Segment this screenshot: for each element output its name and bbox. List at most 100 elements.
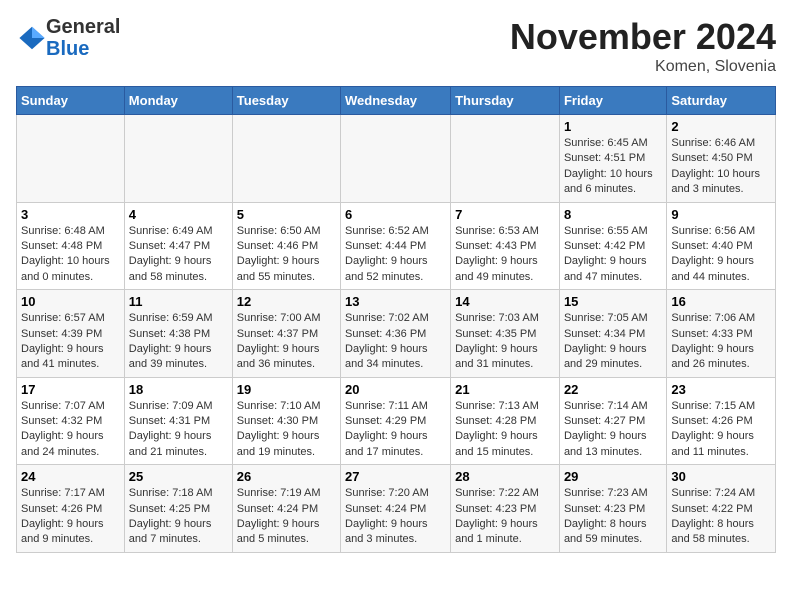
day-cell: 2 Sunrise: 6:46 AMSunset: 4:50 PMDaylight… [667,115,776,203]
day-number: 10 [21,294,120,309]
day-cell: 8 Sunrise: 6:55 AMSunset: 4:42 PMDaylight… [559,202,666,290]
day-cell [341,115,451,203]
day-cell [451,115,560,203]
day-number: 26 [237,469,336,484]
day-detail: Sunrise: 6:48 AMSunset: 4:48 PMDaylight:… [21,224,120,286]
header-cell-sunday: Sunday [17,87,125,115]
day-number: 14 [455,294,555,309]
day-number: 5 [237,207,336,222]
header-cell-wednesday: Wednesday [341,87,451,115]
day-number: 27 [345,469,446,484]
day-number: 15 [564,294,662,309]
day-number: 6 [345,207,446,222]
day-number: 2 [671,119,771,134]
day-cell [232,115,340,203]
day-detail: Sunrise: 7:10 AMSunset: 4:30 PMDaylight:… [237,399,336,461]
day-detail: Sunrise: 6:49 AMSunset: 4:47 PMDaylight:… [129,224,228,286]
day-number: 16 [671,294,771,309]
logo: General Blue [16,16,120,60]
day-detail: Sunrise: 6:50 AMSunset: 4:46 PMDaylight:… [237,224,336,286]
day-detail: Sunrise: 7:09 AMSunset: 4:31 PMDaylight:… [129,399,228,461]
day-cell [124,115,232,203]
day-number: 21 [455,382,555,397]
day-cell: 21 Sunrise: 7:13 AMSunset: 4:28 PMDayligh… [451,377,560,465]
day-cell: 29 Sunrise: 7:23 AMSunset: 4:23 PMDayligh… [559,465,666,553]
week-row-3: 10 Sunrise: 6:57 AMSunset: 4:39 PMDayligh… [17,290,776,378]
day-number: 28 [455,469,555,484]
day-cell: 4 Sunrise: 6:49 AMSunset: 4:47 PMDaylight… [124,202,232,290]
day-cell: 13 Sunrise: 7:02 AMSunset: 4:36 PMDayligh… [341,290,451,378]
day-cell: 1Sunrise: 6:45 AMSunset: 4:51 PMDaylight… [559,115,666,203]
calendar-table: SundayMondayTuesdayWednesdayThursdayFrid… [16,86,776,553]
day-cell: 30 Sunrise: 7:24 AMSunset: 4:22 PMDayligh… [667,465,776,553]
day-detail: Sunrise: 7:11 AMSunset: 4:29 PMDaylight:… [345,399,446,461]
day-number: 3 [21,207,120,222]
day-cell: 22Sunrise: 7:14 AMSunset: 4:27 PMDayligh… [559,377,666,465]
week-row-5: 24 Sunrise: 7:17 AMSunset: 4:26 PMDayligh… [17,465,776,553]
day-detail: Sunrise: 7:06 AMSunset: 4:33 PMDaylight:… [671,311,771,373]
calendar-header: SundayMondayTuesdayWednesdayThursdayFrid… [17,87,776,115]
day-detail: Sunrise: 7:05 AMSunset: 4:34 PMDaylight:… [564,311,662,373]
day-cell: 25Sunrise: 7:18 AMSunset: 4:25 PMDayligh… [124,465,232,553]
day-cell: 7Sunrise: 6:53 AMSunset: 4:43 PMDaylight… [451,202,560,290]
day-detail: Sunrise: 6:45 AMSunset: 4:51 PMDaylight:… [564,136,662,198]
day-cell: 12Sunrise: 7:00 AMSunset: 4:37 PMDayligh… [232,290,340,378]
day-detail: Sunrise: 7:20 AMSunset: 4:24 PMDaylight:… [345,486,446,548]
day-number: 30 [671,469,771,484]
title-block: November 2024 Komen, Slovenia [510,16,776,76]
day-cell: 24 Sunrise: 7:17 AMSunset: 4:26 PMDayligh… [17,465,125,553]
day-number: 19 [237,382,336,397]
day-cell: 10 Sunrise: 6:57 AMSunset: 4:39 PMDayligh… [17,290,125,378]
page-header: General Blue November 2024 Komen, Sloven… [16,16,776,76]
day-number: 8 [564,207,662,222]
day-detail: Sunrise: 7:07 AMSunset: 4:32 PMDaylight:… [21,399,120,461]
day-detail: Sunrise: 7:13 AMSunset: 4:28 PMDaylight:… [455,399,555,461]
day-detail: Sunrise: 7:17 AMSunset: 4:26 PMDaylight:… [21,486,120,548]
day-number: 20 [345,382,446,397]
logo-icon [18,24,46,52]
day-number: 25 [129,469,228,484]
day-number: 23 [671,382,771,397]
day-number: 13 [345,294,446,309]
day-detail: Sunrise: 6:46 AMSunset: 4:50 PMDaylight:… [671,136,771,198]
day-number: 4 [129,207,228,222]
day-cell: 11Sunrise: 6:59 AMSunset: 4:38 PMDayligh… [124,290,232,378]
day-cell: 9Sunrise: 6:56 AMSunset: 4:40 PMDaylight… [667,202,776,290]
day-detail: Sunrise: 7:03 AMSunset: 4:35 PMDaylight:… [455,311,555,373]
week-row-1: 1Sunrise: 6:45 AMSunset: 4:51 PMDaylight… [17,115,776,203]
week-row-4: 17 Sunrise: 7:07 AMSunset: 4:32 PMDayligh… [17,377,776,465]
day-number: 9 [671,207,771,222]
day-number: 18 [129,382,228,397]
day-detail: Sunrise: 6:55 AMSunset: 4:42 PMDaylight:… [564,224,662,286]
day-cell: 15 Sunrise: 7:05 AMSunset: 4:34 PMDayligh… [559,290,666,378]
day-detail: Sunrise: 6:59 AMSunset: 4:38 PMDaylight:… [129,311,228,373]
week-row-2: 3 Sunrise: 6:48 AMSunset: 4:48 PMDaylight… [17,202,776,290]
day-detail: Sunrise: 7:02 AMSunset: 4:36 PMDaylight:… [345,311,446,373]
day-cell: 16 Sunrise: 7:06 AMSunset: 4:33 PMDayligh… [667,290,776,378]
day-cell: 5 Sunrise: 6:50 AMSunset: 4:46 PMDaylight… [232,202,340,290]
day-cell: 19 Sunrise: 7:10 AMSunset: 4:30 PMDayligh… [232,377,340,465]
day-number: 12 [237,294,336,309]
day-cell: 28Sunrise: 7:22 AMSunset: 4:23 PMDayligh… [451,465,560,553]
day-cell: 14 Sunrise: 7:03 AMSunset: 4:35 PMDayligh… [451,290,560,378]
header-row: SundayMondayTuesdayWednesdayThursdayFrid… [17,87,776,115]
day-detail: Sunrise: 7:15 AMSunset: 4:26 PMDaylight:… [671,399,771,461]
day-detail: Sunrise: 6:57 AMSunset: 4:39 PMDaylight:… [21,311,120,373]
calendar-body: 1Sunrise: 6:45 AMSunset: 4:51 PMDaylight… [17,115,776,553]
day-number: 24 [21,469,120,484]
header-cell-tuesday: Tuesday [232,87,340,115]
day-number: 29 [564,469,662,484]
day-cell: 20 Sunrise: 7:11 AMSunset: 4:29 PMDayligh… [341,377,451,465]
day-number: 17 [21,382,120,397]
day-cell: 23 Sunrise: 7:15 AMSunset: 4:26 PMDayligh… [667,377,776,465]
logo-general-text: General [46,16,120,38]
day-number: 7 [455,207,555,222]
month-title: November 2024 [510,16,776,58]
day-cell: 18 Sunrise: 7:09 AMSunset: 4:31 PMDayligh… [124,377,232,465]
day-cell: 26 Sunrise: 7:19 AMSunset: 4:24 PMDayligh… [232,465,340,553]
day-detail: Sunrise: 6:52 AMSunset: 4:44 PMDaylight:… [345,224,446,286]
day-number: 22 [564,382,662,397]
day-detail: Sunrise: 7:23 AMSunset: 4:23 PMDaylight:… [564,486,662,548]
day-detail: Sunrise: 7:24 AMSunset: 4:22 PMDaylight:… [671,486,771,548]
day-detail: Sunrise: 7:19 AMSunset: 4:24 PMDaylight:… [237,486,336,548]
